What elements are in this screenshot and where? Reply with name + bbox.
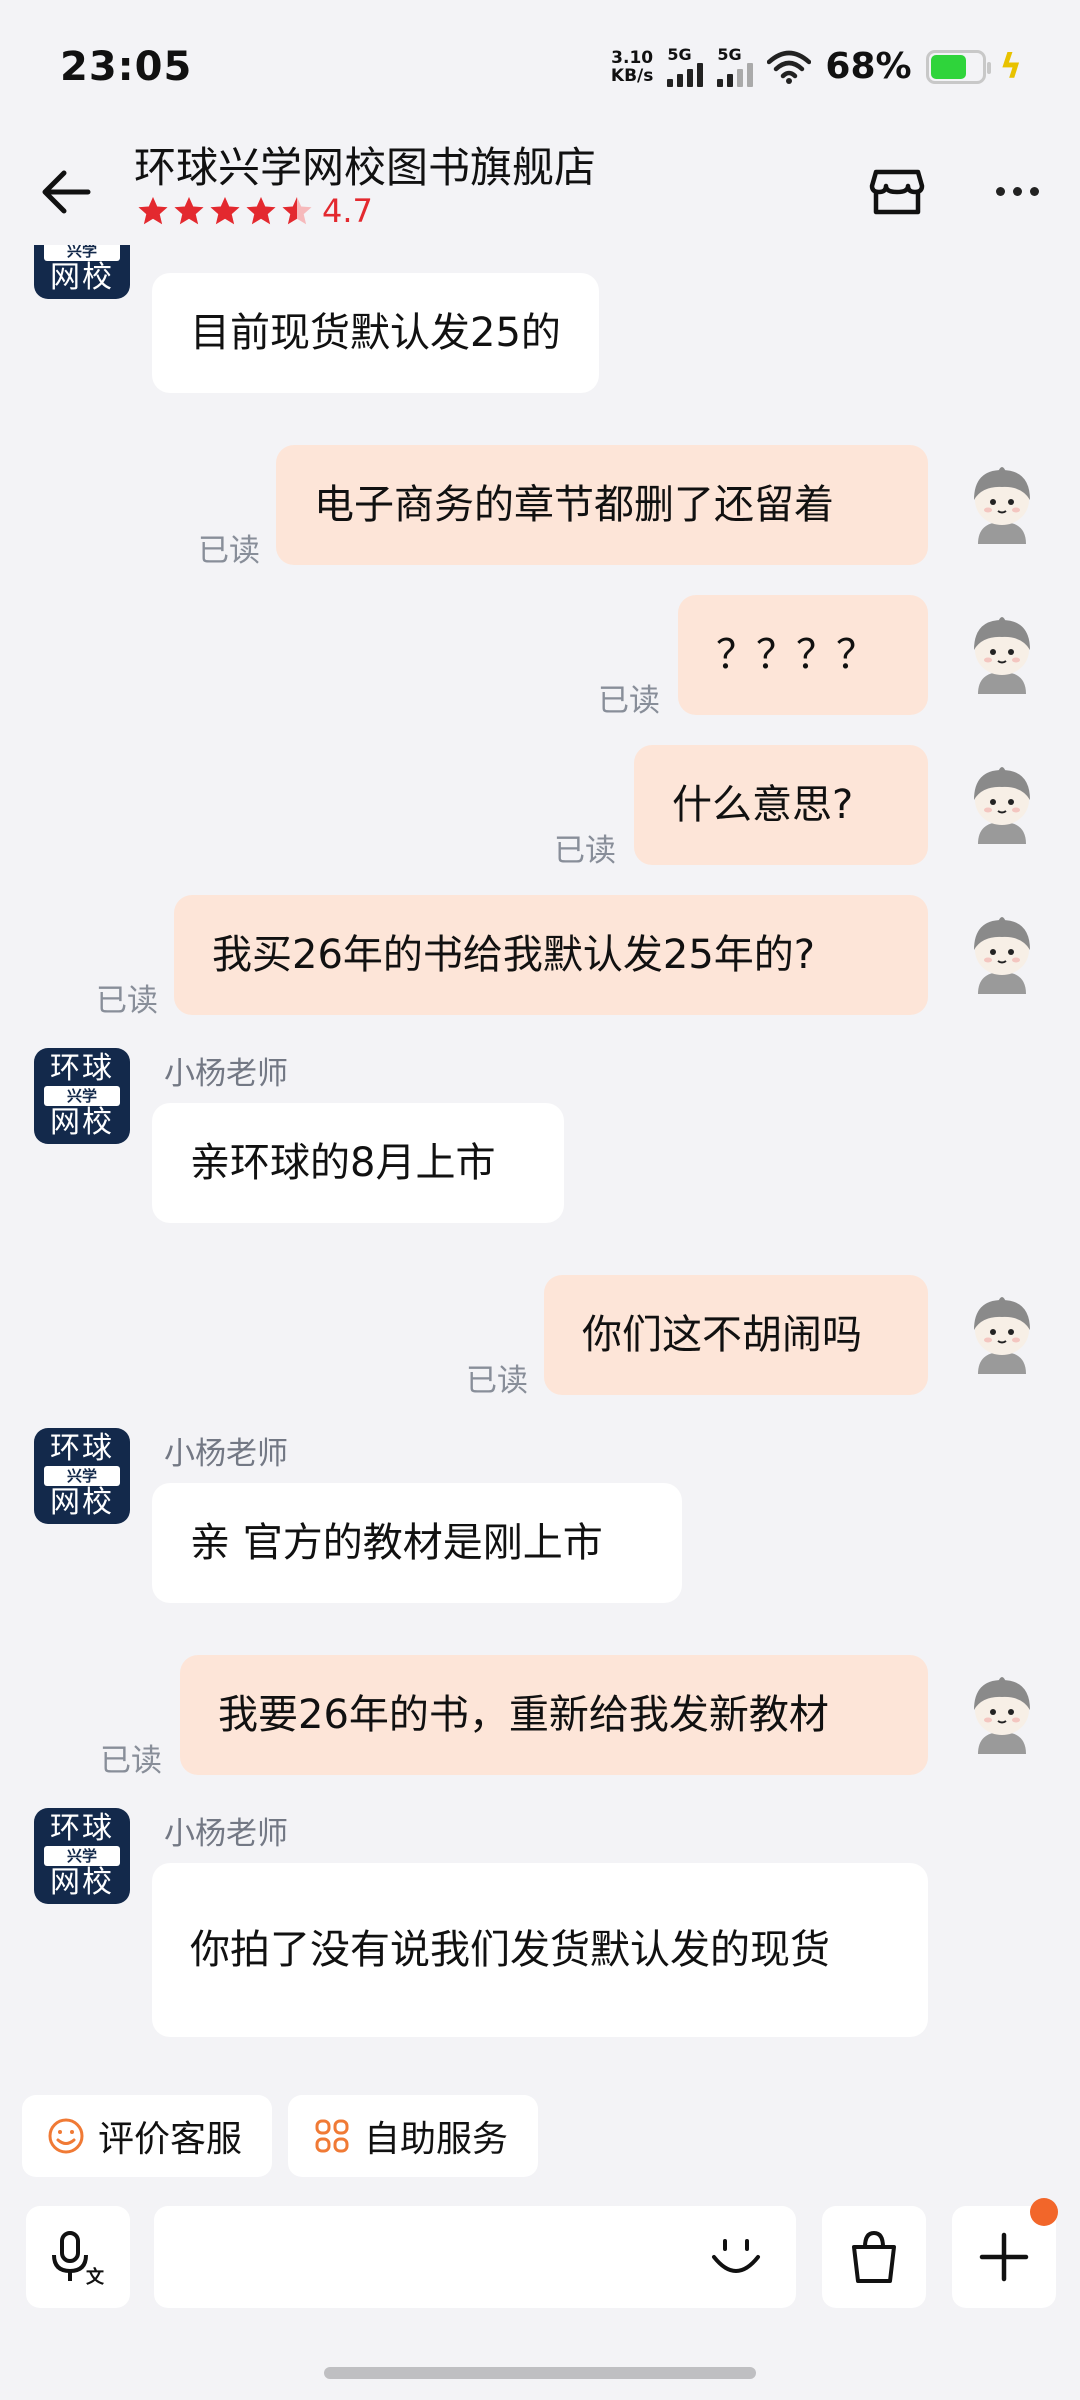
star-icon [174, 197, 204, 225]
message-list[interactable]: 环球 兴学 网校 目前现货默认发25的 已读 电子商务的章节都删了还留着 已读 … [0, 245, 1080, 2085]
user-avatar[interactable] [964, 1290, 1040, 1374]
message-bubble-outgoing[interactable]: 我要26年的书，重新给我发新教材 [180, 1655, 928, 1775]
status-icons: 3.10 KB/s 5G 5G 68% ϟ [611, 46, 1022, 87]
self-service-label: 自助服务 [364, 2119, 509, 2160]
battery-icon [925, 49, 991, 84]
shop-name[interactable]: 环球兴学网校图书旗舰店 [134, 134, 596, 195]
message-bubble-outgoing[interactable]: 电子商务的章节都删了还留着 [276, 445, 928, 565]
status-bar: 23:05 3.10 KB/s 5G 5G 68% ϟ [0, 0, 1080, 120]
signal-icon: 5G [717, 46, 754, 87]
rate-service-label: 评价客服 [98, 2119, 243, 2160]
star-icon [210, 197, 240, 225]
rating-stars [136, 195, 314, 227]
read-status: 已读 [96, 983, 158, 1019]
back-arrow-icon[interactable] [34, 160, 98, 224]
shop-avatar[interactable]: 环球 兴学 网校 [34, 1428, 130, 1524]
sender-name: 小杨老师 [164, 1816, 288, 1852]
star-icon [138, 197, 168, 225]
rate-service-button[interactable]: 评价客服 [22, 2095, 272, 2177]
emoji-icon[interactable] [706, 2227, 766, 2287]
user-avatar[interactable] [964, 610, 1040, 694]
shopping-bag-icon[interactable] [822, 2206, 926, 2308]
message-bubble-outgoing[interactable]: 什么意思? [634, 745, 928, 865]
store-icon[interactable] [862, 156, 932, 226]
shop-avatar[interactable]: 环球 兴学 网校 [34, 245, 130, 299]
signal-icon: 5G [667, 46, 704, 87]
message-bubble-outgoing[interactable]: 我买26年的书给我默认发25年的? [174, 895, 928, 1015]
plus-icon[interactable] [952, 2198, 1058, 2308]
star-icon [246, 197, 276, 225]
read-status: 已读 [198, 533, 260, 569]
message-input[interactable] [154, 2206, 796, 2308]
sender-name: 小杨老师 [164, 1436, 288, 1472]
message-bubble-incoming[interactable]: 亲环球的8月上市 [152, 1103, 564, 1223]
user-avatar[interactable] [964, 1670, 1040, 1754]
message-bubble-incoming[interactable]: 亲 官方的教材是刚上市 [152, 1483, 682, 1603]
more-icon[interactable] [982, 156, 1052, 226]
message-bubble-outgoing[interactable]: ？？？？ [678, 595, 928, 715]
voice-to-text-icon[interactable]: 文 [26, 2206, 130, 2308]
notification-dot [1030, 2198, 1058, 2226]
home-indicator[interactable] [324, 2367, 756, 2379]
input-bar: 文 [0, 2190, 1080, 2340]
read-status: 已读 [554, 833, 616, 869]
grid-icon [315, 2119, 349, 2153]
clock: 23:05 [60, 44, 193, 90]
message-bubble-incoming[interactable]: 你拍了没有说我们发货默认发的现货 [152, 1863, 928, 2037]
user-avatar[interactable] [964, 910, 1040, 994]
smile-icon [48, 2118, 84, 2154]
svg-text:文: 文 [86, 2266, 105, 2287]
shop-avatar[interactable]: 环球 兴学 网校 [34, 1048, 130, 1144]
battery-percent: 68% [825, 46, 912, 87]
shop-rating: 4.7 [136, 192, 373, 230]
user-avatar[interactable] [964, 460, 1040, 544]
charging-bolt-icon: ϟ [999, 46, 1022, 87]
network-speed: 3.10 KB/s [610, 47, 654, 86]
self-service-button[interactable]: 自助服务 [288, 2095, 538, 2177]
message-bubble-incoming[interactable]: 目前现货默认发25的 [152, 273, 599, 393]
user-avatar[interactable] [964, 760, 1040, 844]
read-status: 已读 [598, 683, 660, 719]
read-status: 已读 [100, 1743, 162, 1779]
chat-header: 环球兴学网校图书旗舰店 4.7 [0, 120, 1080, 260]
read-status: 已读 [466, 1363, 528, 1399]
sender-name: 小杨老师 [164, 1056, 288, 1092]
shop-avatar[interactable]: 环球 兴学 网校 [34, 1808, 130, 1904]
message-bubble-outgoing[interactable]: 你们这不胡闹吗 [544, 1275, 928, 1395]
star-icon [282, 197, 312, 225]
rating-value: 4.7 [322, 192, 373, 230]
wifi-icon [767, 50, 812, 84]
